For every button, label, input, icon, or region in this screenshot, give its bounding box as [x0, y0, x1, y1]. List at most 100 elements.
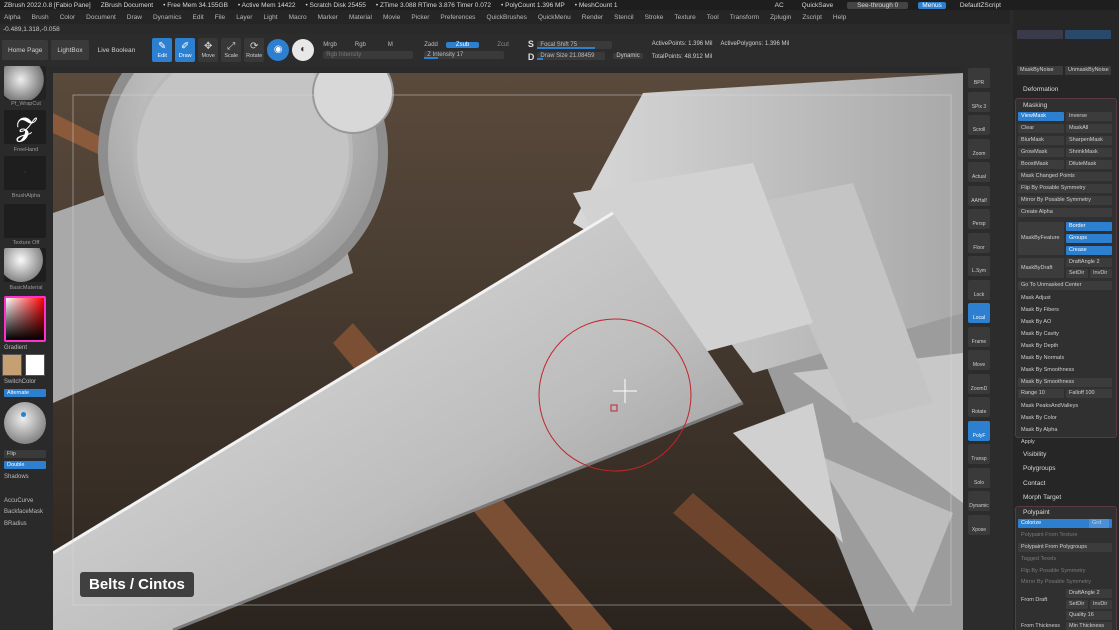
light-sphere[interactable]: [4, 402, 46, 444]
go-to-unmasked-center-button[interactable]: Go To Unmasked Center: [1018, 281, 1112, 290]
blurmask-button[interactable]: BlurMask: [1018, 136, 1064, 145]
from-draft-button[interactable]: From Draft: [1018, 590, 1064, 610]
deformation-header[interactable]: Deformation: [1017, 83, 1115, 96]
polypaint-from-texture-button[interactable]: Polypaint From Texture: [1018, 531, 1112, 540]
menu-help[interactable]: Help: [833, 14, 846, 21]
menu-marker[interactable]: Marker: [318, 14, 338, 21]
menu-layer[interactable]: Layer: [236, 14, 252, 21]
default-zscript-button[interactable]: DefaultZScript: [956, 2, 1005, 9]
mask-by-color-button[interactable]: Mask By Color: [1018, 414, 1112, 423]
material-thumbnail[interactable]: [4, 248, 46, 282]
menu-light[interactable]: Light: [263, 14, 277, 21]
zsub-toggle[interactable]: Zsub: [445, 41, 480, 48]
draft-angle-2-slider[interactable]: DraftAngle 2: [1066, 589, 1112, 598]
shelf-persp-button[interactable]: Persp: [968, 209, 990, 229]
mrgb-toggle[interactable]: Mrgb: [323, 42, 337, 48]
focal-shift-slider[interactable]: Focal Shift 75: [537, 40, 613, 49]
quality-slider[interactable]: Quality 16: [1066, 611, 1112, 620]
menu-document[interactable]: Document: [86, 14, 116, 21]
shelf-actual-button[interactable]: Actual: [968, 162, 990, 182]
double-button[interactable]: Double: [4, 461, 46, 469]
m-toggle[interactable]: M: [388, 42, 393, 48]
texture-thumbnail[interactable]: [4, 204, 46, 238]
mirror-by-symmetry-2-button[interactable]: Mirror By Posable Symmetry: [1018, 578, 1112, 587]
mirror-by-symmetry-button[interactable]: Mirror By Posable Symmetry: [1018, 196, 1112, 205]
invdir-button[interactable]: InvDir: [1090, 269, 1112, 278]
range-slider[interactable]: Range 10: [1018, 389, 1064, 398]
shelf-rotate-button[interactable]: Rotate: [968, 397, 990, 417]
palette-top-right[interactable]: [1065, 30, 1111, 39]
tagged-texels-button[interactable]: Tagged Texels: [1018, 555, 1112, 564]
mask-by-noise-button[interactable]: MaskByNoise: [1017, 66, 1063, 75]
menu-transform[interactable]: Transform: [730, 14, 759, 21]
falloff-slider[interactable]: Falloff 100: [1066, 389, 1112, 398]
mask-by-fibers-button[interactable]: Mask By Fibers: [1018, 306, 1112, 315]
menu-color[interactable]: Color: [60, 14, 76, 21]
shelf-bpr-button[interactable]: BPR: [968, 68, 990, 88]
menu-stroke[interactable]: Stroke: [645, 14, 664, 21]
from-thickness-button[interactable]: From Thickness: [1018, 622, 1064, 630]
border-toggle[interactable]: Border: [1066, 222, 1112, 231]
growmask-button[interactable]: GrowMask: [1018, 148, 1064, 157]
rgb-intensity-slider[interactable]: Rgb Intensity: [323, 50, 414, 59]
shelf-xpose-button[interactable]: Xpose: [968, 514, 990, 535]
polypaint-header[interactable]: Polypaint: [1017, 506, 1115, 519]
move-button[interactable]: ✥ Move: [198, 38, 219, 62]
boostmask-button[interactable]: BoostMask: [1018, 160, 1064, 169]
dynamic-toggle[interactable]: Dynamic: [613, 52, 643, 59]
shelf-move-button[interactable]: Move: [968, 350, 990, 370]
gradient-label[interactable]: Gradient: [4, 345, 27, 351]
color-picker[interactable]: [4, 296, 46, 342]
min-thickness-slider[interactable]: Min Thickness: [1066, 622, 1112, 630]
zcut-toggle[interactable]: Zcut: [487, 42, 519, 48]
menu-edit[interactable]: Edit: [193, 14, 204, 21]
draw-button[interactable]: ✐ Draw: [175, 38, 196, 62]
shelf-aahalf-button[interactable]: AAHalf: [968, 185, 990, 206]
visibility-header[interactable]: Visibility: [1017, 448, 1115, 461]
mask-by-draft-button[interactable]: MaskByDraft: [1018, 258, 1064, 278]
shelf-spix-3-button[interactable]: SPix 3: [968, 91, 990, 112]
sharpenmask-button[interactable]: SharpenMask: [1066, 136, 1112, 145]
mask-by-feature-button[interactable]: MaskByFeature: [1018, 222, 1064, 255]
shelf-transp-button[interactable]: Transp: [968, 444, 990, 464]
viewmask-toggle[interactable]: ViewMask: [1018, 112, 1064, 121]
menu-alpha[interactable]: Alpha: [4, 14, 21, 21]
menu-macro[interactable]: Macro: [289, 14, 307, 21]
menu-picker[interactable]: Picker: [411, 14, 429, 21]
flip-by-symmetry-2-button[interactable]: Flip By Posable Symmetry: [1018, 567, 1112, 576]
menu-texture[interactable]: Texture: [674, 14, 695, 21]
switchcolor-button[interactable]: SwitchColor: [4, 379, 36, 385]
shelf-zoomd-button[interactable]: ZoomD: [968, 373, 990, 394]
unmask-by-noise-button[interactable]: UnmaskByNoise: [1065, 66, 1111, 75]
rgb-toggle[interactable]: Rgb: [355, 42, 366, 48]
contact-header[interactable]: Contact: [1017, 477, 1115, 490]
ac-button[interactable]: AC: [771, 2, 788, 9]
setdir-2-button[interactable]: SetDir: [1066, 600, 1088, 609]
mask-by-alpha-button[interactable]: Mask By Alpha: [1018, 426, 1112, 435]
stroke-thumbnail[interactable]: 𝓩: [4, 110, 46, 144]
alternate-button[interactable]: Alternate: [4, 389, 46, 397]
shelf-frame-button[interactable]: Frame: [968, 326, 990, 347]
edit-button[interactable]: ✎ Edit: [152, 38, 173, 62]
maskall-button[interactable]: MaskAll: [1066, 124, 1112, 133]
live-boolean-button[interactable]: Live Boolean: [92, 40, 142, 60]
menu-material[interactable]: Material: [349, 14, 372, 21]
menu-draw[interactable]: Draw: [127, 14, 142, 21]
mask-peaks-valleys-button[interactable]: Mask PeaksAndValleys: [1018, 402, 1112, 411]
shelf-polyf-button[interactable]: PolyF: [968, 420, 990, 441]
mask-by-depth-button[interactable]: Mask By Depth: [1018, 342, 1112, 351]
apply-button[interactable]: Apply: [1018, 438, 1112, 447]
viewport-canvas[interactable]: [53, 73, 963, 630]
accucurve-button[interactable]: AccuCurve: [4, 498, 33, 504]
zadd-toggle[interactable]: Zadd: [424, 42, 438, 48]
menu-zscript[interactable]: Zscript: [802, 14, 822, 21]
menu-tool[interactable]: Tool: [707, 14, 719, 21]
home-page-button[interactable]: Home Page: [2, 40, 49, 60]
shelf-dynamic-button[interactable]: Dynamic: [968, 491, 990, 511]
polygroups-header[interactable]: Polygroups: [1017, 462, 1115, 475]
bradius-button[interactable]: BRadius: [4, 521, 27, 527]
secondary-color-swatch[interactable]: [25, 354, 45, 376]
mask-by-ao-button[interactable]: Mask By AO: [1018, 318, 1112, 327]
mask-by-normals-button[interactable]: Mask By Normals: [1018, 354, 1112, 363]
shelf-floor-button[interactable]: Floor: [968, 232, 990, 253]
